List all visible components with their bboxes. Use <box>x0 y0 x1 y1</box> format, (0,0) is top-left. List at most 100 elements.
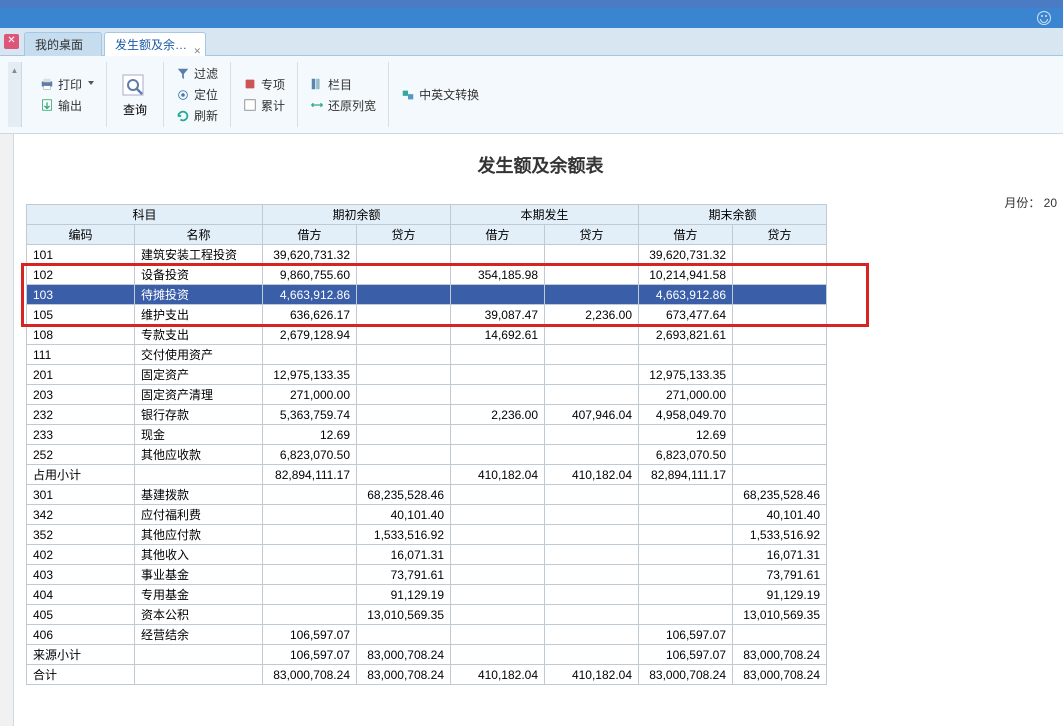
cell-ed: 12.69 <box>639 425 733 445</box>
print-button[interactable]: 打印 <box>36 74 98 95</box>
column-label: 栏目 <box>328 76 352 93</box>
cell-name: 其他收入 <box>135 545 263 565</box>
cell-cc <box>545 585 639 605</box>
cell-name: 资本公积 <box>135 605 263 625</box>
tab-desktop[interactable]: 我的桌面 <box>24 32 102 56</box>
table-row[interactable]: 111交付使用资产 <box>27 345 827 365</box>
balance-table: 科目 期初余额 本期发生 期末余额 编码 名称 借方 贷方 借方 贷方 借方 贷… <box>26 204 827 685</box>
th-open: 期初余额 <box>263 205 451 225</box>
tab-report[interactable]: 发生额及余… ✕ <box>104 32 206 56</box>
cell-oc <box>357 465 451 485</box>
cell-cc <box>545 445 639 465</box>
cell-name: 基建拨款 <box>135 485 263 505</box>
table-row[interactable]: 108专款支出2,679,128.9414,692.612,693,821.61 <box>27 325 827 345</box>
cell-cd <box>451 545 545 565</box>
table-row[interactable]: 232银行存款5,363,759.742,236.00407,946.044,9… <box>27 405 827 425</box>
close-icon[interactable]: ✕ <box>193 39 201 63</box>
cell-cd: 410,182.04 <box>451 465 545 485</box>
cell-ed: 2,693,821.61 <box>639 325 733 345</box>
close-all-icon[interactable]: ✕ <box>4 34 19 49</box>
cell-od: 12.69 <box>263 425 357 445</box>
restore-label: 还原列宽 <box>328 97 376 114</box>
cell-name: 专用基金 <box>135 585 263 605</box>
table-row[interactable]: 占用小计82,894,111.17410,182.04410,182.0482,… <box>27 465 827 485</box>
table-row[interactable]: 103待摊投资4,663,912.864,663,912.86 <box>27 285 827 305</box>
table-row[interactable]: 342应付福利费40,101.4040,101.40 <box>27 505 827 525</box>
cell-cd: 14,692.61 <box>451 325 545 345</box>
cell-od: 106,597.07 <box>263 625 357 645</box>
cell-code: 来源小计 <box>27 645 135 665</box>
cell-cd <box>451 425 545 445</box>
cell-ec <box>733 245 827 265</box>
cell-ed: 106,597.07 <box>639 645 733 665</box>
table-row[interactable]: 合计83,000,708.2483,000,708.24410,182.0441… <box>27 665 827 685</box>
filter-button[interactable]: 过滤 <box>172 63 222 84</box>
lang-button[interactable]: 中英文转换 <box>397 84 483 105</box>
refresh-button[interactable]: 刷新 <box>172 105 222 126</box>
export-button[interactable]: 输出 <box>36 95 98 116</box>
cell-ed: 4,958,049.70 <box>639 405 733 425</box>
table-row[interactable]: 301基建拨款68,235,528.4668,235,528.46 <box>27 485 827 505</box>
table-row[interactable]: 来源小计106,597.0783,000,708.24106,597.0783,… <box>27 645 827 665</box>
printer-icon <box>40 77 54 91</box>
table-row[interactable]: 201固定资产12,975,133.3512,975,133.35 <box>27 365 827 385</box>
cell-od <box>263 345 357 365</box>
cell-cc <box>545 485 639 505</box>
cell-cd <box>451 645 545 665</box>
special-button[interactable]: 专项 <box>239 74 289 95</box>
cell-cd: 39,087.47 <box>451 305 545 325</box>
cell-ec <box>733 625 827 645</box>
cell-ec: 13,010,569.35 <box>733 605 827 625</box>
cell-ec <box>733 465 827 485</box>
cell-ec <box>733 305 827 325</box>
cell-cc <box>545 645 639 665</box>
cell-ec <box>733 285 827 305</box>
locate-button[interactable]: 定位 <box>172 84 222 105</box>
cell-ed: 673,477.64 <box>639 305 733 325</box>
cell-oc <box>357 345 451 365</box>
cell-od: 271,000.00 <box>263 385 357 405</box>
cell-name: 固定资产清理 <box>135 385 263 405</box>
table-row[interactable]: 402其他收入16,071.3116,071.31 <box>27 545 827 565</box>
cell-cd <box>451 365 545 385</box>
table-row[interactable]: 203固定资产清理271,000.00271,000.00 <box>27 385 827 405</box>
cell-od: 83,000,708.24 <box>263 665 357 685</box>
cell-cc <box>545 425 639 445</box>
tab-label: 发生额及余… <box>115 38 187 52</box>
cell-cc <box>545 265 639 285</box>
ribbon-group-file: 打印 输出 <box>28 62 107 127</box>
table-row[interactable]: 404专用基金91,129.1991,129.19 <box>27 585 827 605</box>
ribbon-gutter: ▲ <box>8 62 22 127</box>
query-button[interactable]: 查询 <box>115 67 155 122</box>
cell-name: 交付使用资产 <box>135 345 263 365</box>
table-row[interactable]: 102设备投资9,860,755.60354,185.9810,214,941.… <box>27 265 827 285</box>
column-button[interactable]: 栏目 <box>306 74 380 95</box>
table-row[interactable]: 405资本公积13,010,569.3513,010,569.35 <box>27 605 827 625</box>
table-row[interactable]: 352其他应付款1,533,516.921,533,516.92 <box>27 525 827 545</box>
smile-icon[interactable] <box>1037 11 1051 25</box>
cell-code: 102 <box>27 265 135 285</box>
cell-ec: 83,000,708.24 <box>733 665 827 685</box>
accum-button[interactable]: 累计 <box>239 95 289 116</box>
cell-ed: 39,620,731.32 <box>639 245 733 265</box>
cell-code: 占用小计 <box>27 465 135 485</box>
restore-width-button[interactable]: 还原列宽 <box>306 95 380 116</box>
cell-oc: 40,101.40 <box>357 505 451 525</box>
cell-name: 固定资产 <box>135 365 263 385</box>
table-row[interactable]: 233现金12.6912.69 <box>27 425 827 445</box>
cell-ed: 4,663,912.86 <box>639 285 733 305</box>
table-row[interactable]: 105维护支出636,626.1739,087.472,236.00673,47… <box>27 305 827 325</box>
cell-cc <box>545 365 639 385</box>
table-row[interactable]: 252其他应收款6,823,070.506,823,070.50 <box>27 445 827 465</box>
cell-code: 301 <box>27 485 135 505</box>
table-row[interactable]: 101建筑安装工程投资39,620,731.3239,620,731.32 <box>27 245 827 265</box>
table-row[interactable]: 406经营结余106,597.07106,597.07 <box>27 625 827 645</box>
cell-ec <box>733 405 827 425</box>
table-row[interactable]: 403事业基金73,791.6173,791.61 <box>27 565 827 585</box>
cell-cd <box>451 605 545 625</box>
cell-od: 636,626.17 <box>263 305 357 325</box>
cell-oc: 83,000,708.24 <box>357 665 451 685</box>
cell-cc <box>545 285 639 305</box>
cell-cc: 410,182.04 <box>545 665 639 685</box>
cell-cd <box>451 625 545 645</box>
